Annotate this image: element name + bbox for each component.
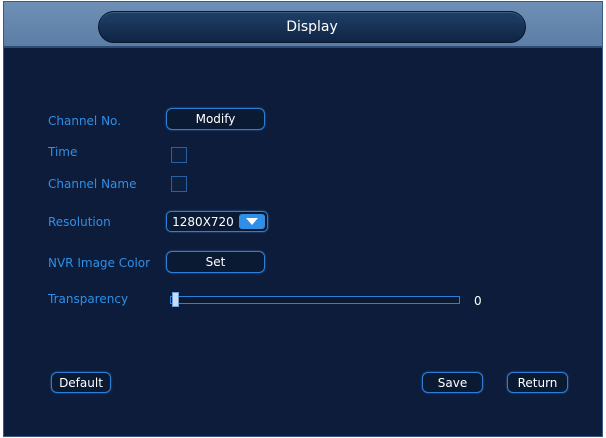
transparency-label: Transparency (48, 292, 129, 306)
default-button[interactable]: Default (51, 372, 111, 393)
transparency-value: 0 (474, 294, 482, 308)
set-button[interactable]: Set (166, 251, 265, 273)
time-label: Time (48, 145, 78, 159)
modify-button[interactable]: Modify (166, 108, 265, 130)
transparency-slider[interactable] (170, 296, 460, 304)
return-button[interactable]: Return (507, 372, 568, 393)
resolution-label: Resolution (48, 215, 111, 229)
channel-name-checkbox[interactable] (171, 176, 187, 192)
time-checkbox[interactable] (171, 147, 187, 163)
dialog-title: Display (98, 11, 526, 43)
transparency-slider-thumb[interactable] (172, 292, 179, 307)
display-dialog: Display Channel No. Modify Time Channel … (3, 1, 603, 437)
chevron-down-icon[interactable] (239, 214, 265, 229)
nvr-image-color-label: NVR Image Color (48, 256, 151, 270)
title-bar: Display (4, 2, 602, 48)
channel-name-label: Channel Name (48, 177, 137, 191)
save-button[interactable]: Save (422, 372, 483, 393)
resolution-select[interactable]: 1280X720 (166, 211, 268, 232)
channel-no-label: Channel No. (48, 114, 122, 128)
resolution-value: 1280X720 (172, 214, 234, 229)
